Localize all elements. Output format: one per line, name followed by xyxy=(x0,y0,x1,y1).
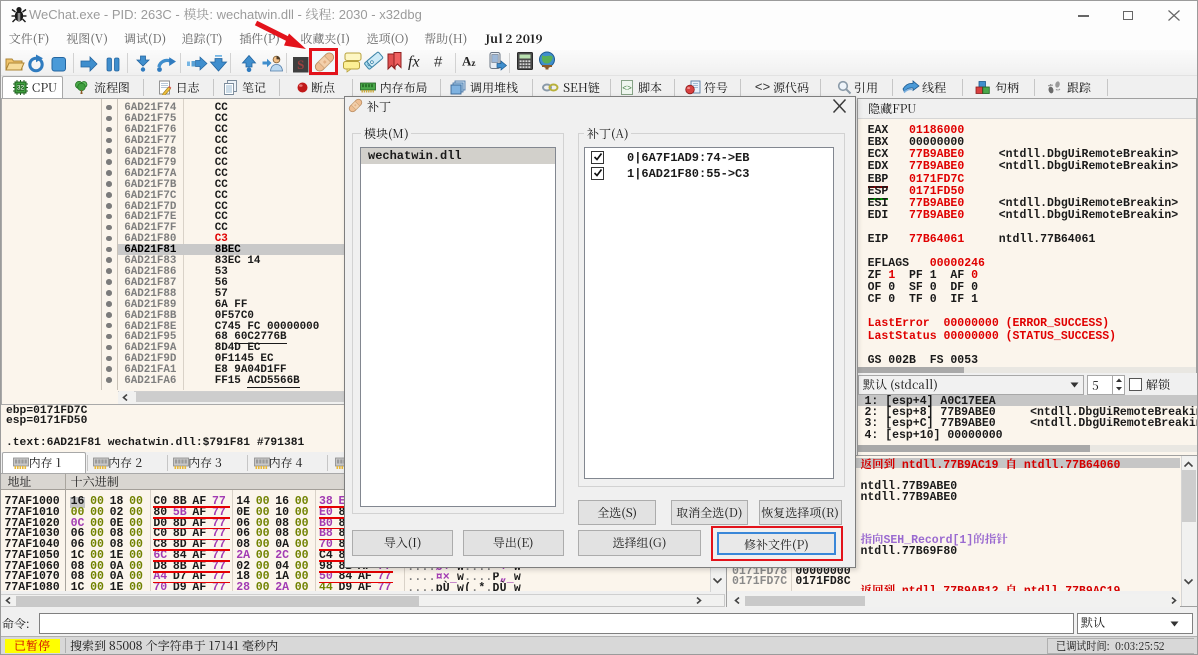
svg-text:<>: <> xyxy=(755,80,771,93)
svg-text:#: # xyxy=(434,54,443,71)
svg-text:S: S xyxy=(297,57,304,72)
svg-text:z: z xyxy=(472,58,476,68)
svg-text:fx: fx xyxy=(408,54,420,71)
svg-text:<>: <> xyxy=(622,85,632,94)
svg-text:A: A xyxy=(462,54,472,69)
svg-text:32: 32 xyxy=(16,85,24,92)
